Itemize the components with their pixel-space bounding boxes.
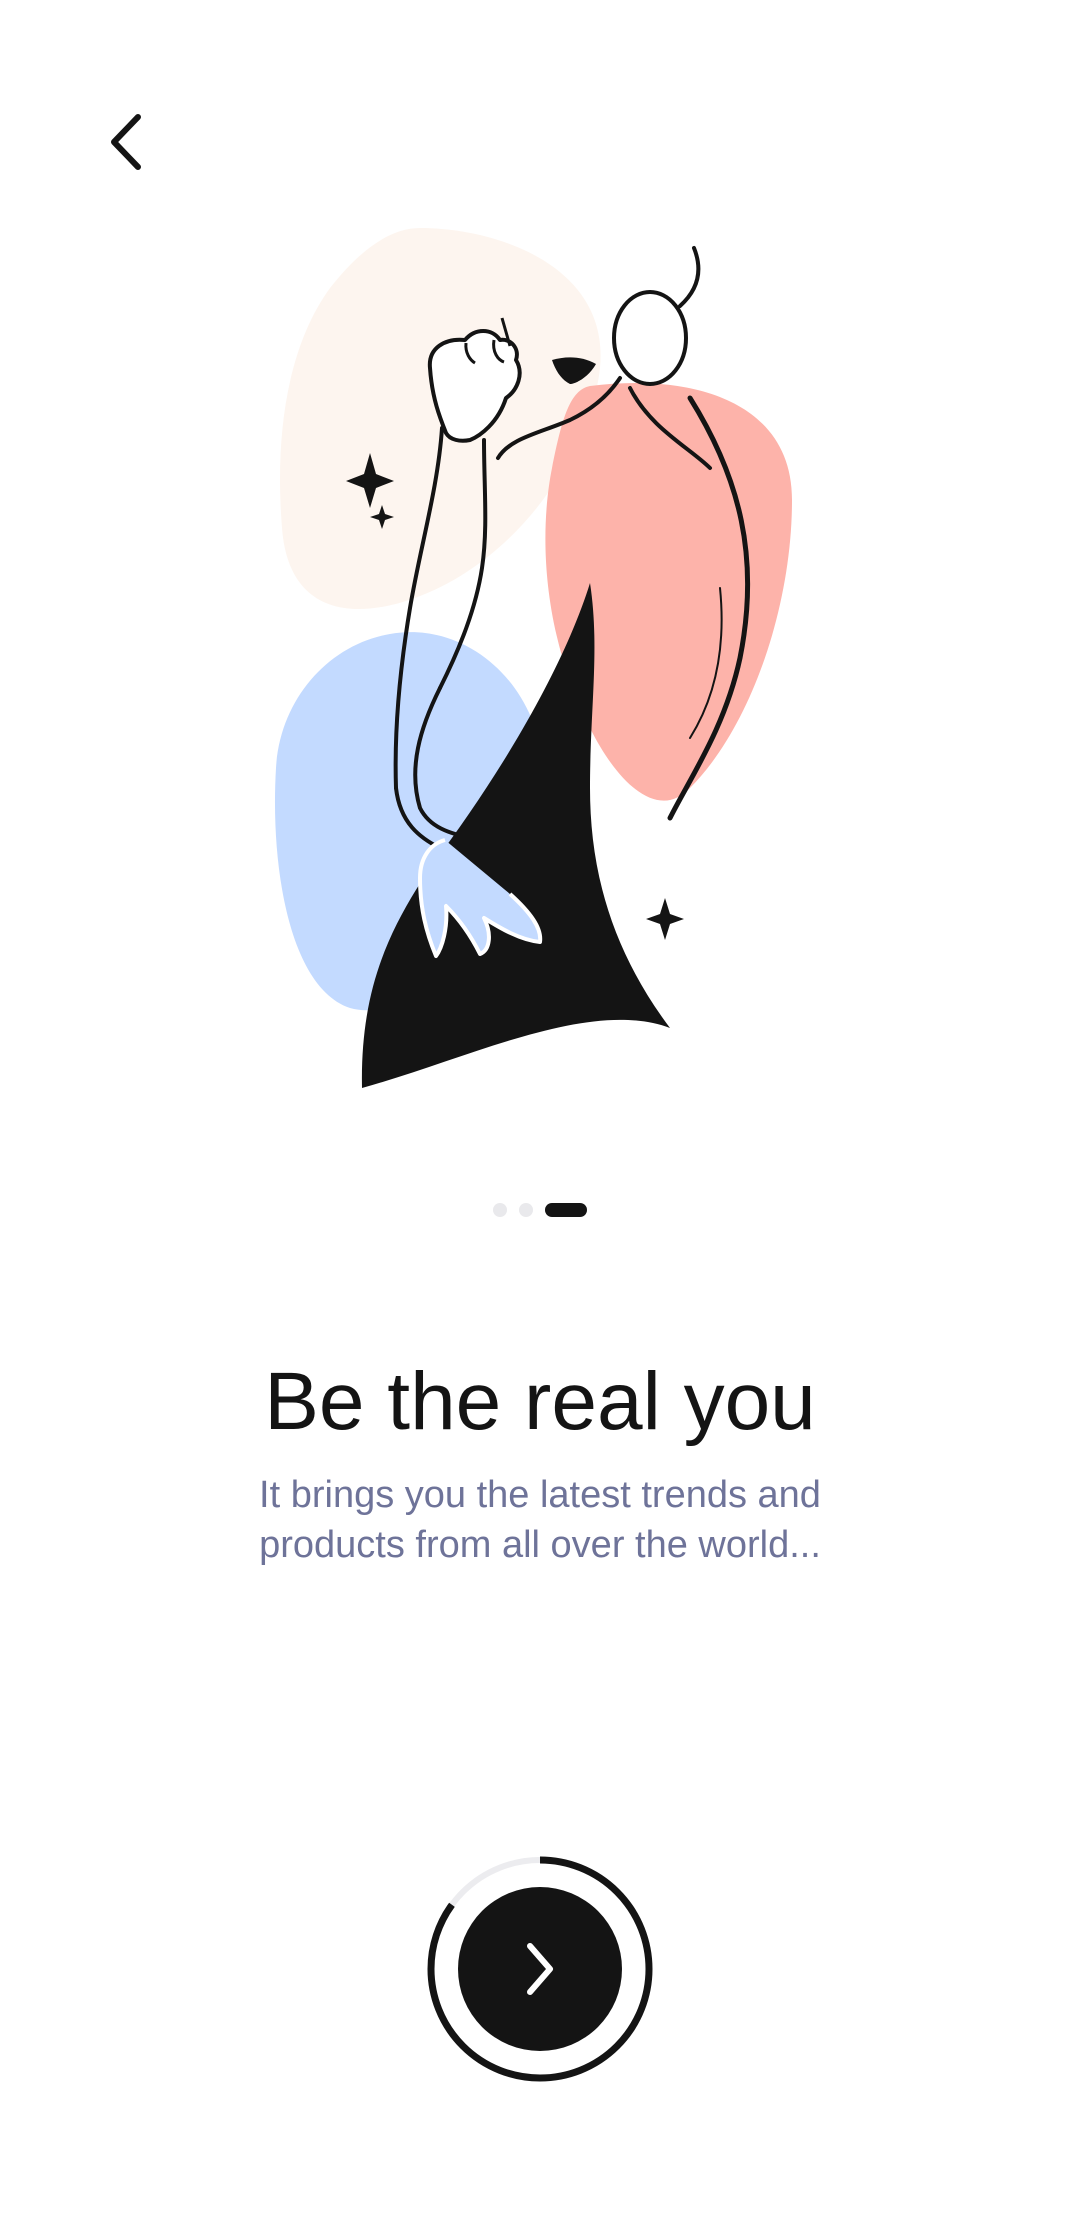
onboarding-subtitle-line-2: products from all over the world... xyxy=(259,1524,821,1566)
onboarding-illustration xyxy=(270,228,810,1098)
woman-line-art-illustration xyxy=(274,228,792,1088)
onboarding-subtitle-line-1: It brings you the latest trends and xyxy=(259,1474,821,1516)
next-button-container xyxy=(426,1855,654,2083)
back-button[interactable] xyxy=(92,102,160,182)
chevron-left-icon xyxy=(111,114,141,170)
page-indicator xyxy=(0,1202,1080,1218)
onboarding-subtitle: It brings you the latest trends and prod… xyxy=(190,1470,890,1570)
chevron-right-icon xyxy=(527,1943,553,1995)
page-dot-2[interactable] xyxy=(519,1203,533,1217)
onboarding-title: Be the real you xyxy=(264,1356,816,1447)
next-button[interactable] xyxy=(458,1887,622,2051)
page-dot-3-active[interactable] xyxy=(545,1203,587,1217)
page-dot-1[interactable] xyxy=(493,1203,507,1217)
